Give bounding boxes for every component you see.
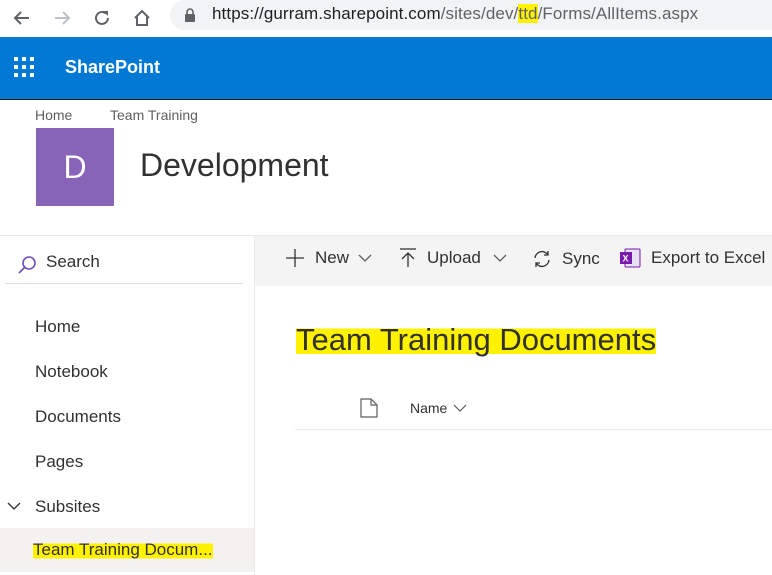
chevron-down-icon: [493, 254, 507, 262]
header-row-divider: [295, 429, 772, 430]
sync-icon: [534, 250, 550, 268]
address-bar[interactable]: https://gurram.sharepoint.com/sites/dev/…: [170, 0, 772, 30]
suite-bar: SharePoint: [0, 37, 772, 99]
library-title: Team Training Documents: [296, 322, 657, 358]
forward-button[interactable]: [48, 4, 76, 32]
sharepoint-brand-link[interactable]: SharePoint: [65, 57, 160, 78]
nav-item-subsites[interactable]: Subsites: [35, 497, 100, 517]
hub-nav-home[interactable]: Home: [35, 107, 72, 123]
app-launcher-icon[interactable]: [14, 57, 36, 79]
left-navigation: Search Home Notebook Documents Pages Sub…: [0, 236, 255, 575]
url-highlight: ttd: [518, 4, 538, 23]
onenote-excel-icon: X: [620, 248, 641, 268]
search-icon: [18, 256, 36, 274]
nav-item-team-training-documents[interactable]: Team Training Docum...: [0, 528, 254, 572]
home-button[interactable]: [128, 4, 156, 32]
upload-icon: [400, 248, 416, 267]
forward-arrow-icon: [55, 11, 71, 25]
upload-label: Upload: [427, 248, 481, 267]
export-to-excel-button[interactable]: X Export to Excel: [619, 248, 765, 268]
new-label: New: [315, 248, 350, 267]
chevron-down-icon: [453, 404, 467, 412]
reload-button[interactable]: [88, 4, 116, 32]
sync-button[interactable]: Sync: [531, 248, 600, 270]
reload-icon: [95, 10, 109, 25]
nav-item-home[interactable]: Home: [35, 317, 80, 337]
back-button[interactable]: [8, 4, 36, 32]
file-type-icon[interactable]: [360, 398, 378, 418]
url-text: https://gurram.sharepoint.com/sites/dev/…: [212, 4, 699, 23]
nav-item-pages[interactable]: Pages: [35, 452, 83, 472]
column-header-name-label: Name: [410, 400, 448, 416]
suite-bar-border: [0, 99, 772, 100]
plus-icon: [286, 249, 304, 267]
home-icon: [134, 9, 150, 26]
nav-selected-label: Team Training Docum...: [33, 540, 213, 560]
new-button[interactable]: New: [285, 248, 372, 268]
column-header-name[interactable]: Name: [410, 400, 467, 416]
command-bar: New Upload Sync X Export to Excel: [255, 236, 772, 286]
search-label: Search: [46, 252, 100, 271]
search-box[interactable]: Search: [5, 244, 243, 284]
hub-nav-team-training[interactable]: Team Training: [110, 107, 198, 123]
browser-toolbar: https://gurram.sharepoint.com/sites/dev/…: [0, 0, 772, 36]
sync-label: Sync: [562, 249, 600, 268]
chevron-down-icon: [7, 502, 21, 510]
site-logo[interactable]: D: [36, 128, 114, 206]
nav-item-notebook[interactable]: Notebook: [35, 362, 108, 382]
back-arrow-icon: [13, 11, 29, 25]
export-label: Export to Excel: [651, 248, 766, 267]
chevron-down-icon: [358, 254, 372, 262]
site-title[interactable]: Development: [140, 147, 329, 184]
svg-text:X: X: [623, 254, 629, 264]
nav-item-documents[interactable]: Documents: [35, 407, 121, 427]
lock-icon: [185, 8, 195, 22]
upload-button[interactable]: Upload: [399, 248, 507, 268]
library-title-text: Team Training Documents: [296, 322, 657, 357]
